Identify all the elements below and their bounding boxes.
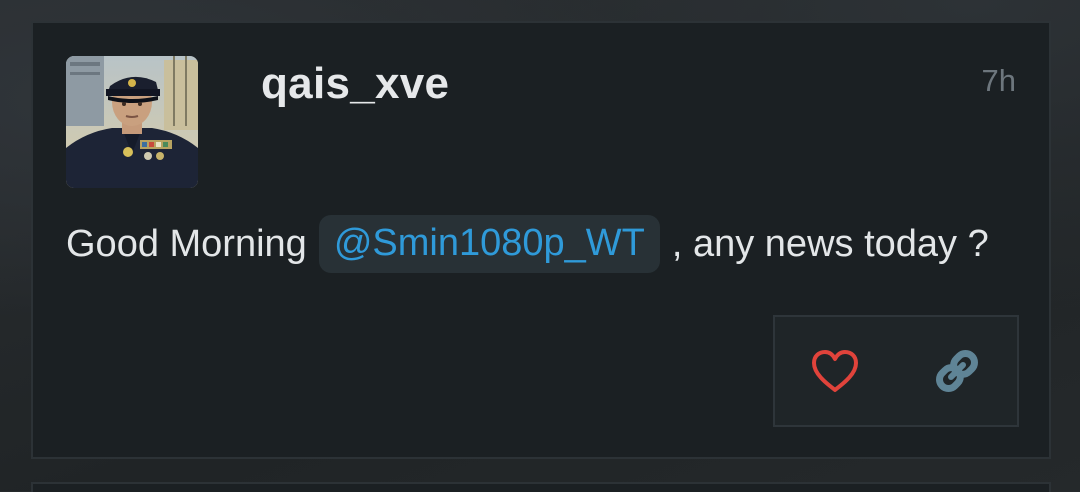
message-text-before: Good Morning [66, 223, 307, 266]
username[interactable]: qais_xve [261, 59, 449, 109]
copy-link-button[interactable] [919, 335, 995, 407]
officer-portrait-icon [66, 56, 198, 188]
post-timestamp: 7h [982, 63, 1016, 99]
post-actions [773, 315, 1019, 427]
heart-icon [810, 348, 860, 394]
user-mention-link[interactable]: @Smin1080p_WT [319, 215, 660, 273]
link-icon [932, 346, 982, 396]
like-button[interactable] [797, 335, 873, 407]
message-text-after: , any news today ? [672, 223, 989, 266]
post-card: qais_xve 7h Good Morning @Smin1080p_WT ,… [31, 21, 1051, 459]
avatar[interactable] [66, 56, 198, 188]
post-message: Good Morning @Smin1080p_WT , any news to… [66, 215, 989, 273]
